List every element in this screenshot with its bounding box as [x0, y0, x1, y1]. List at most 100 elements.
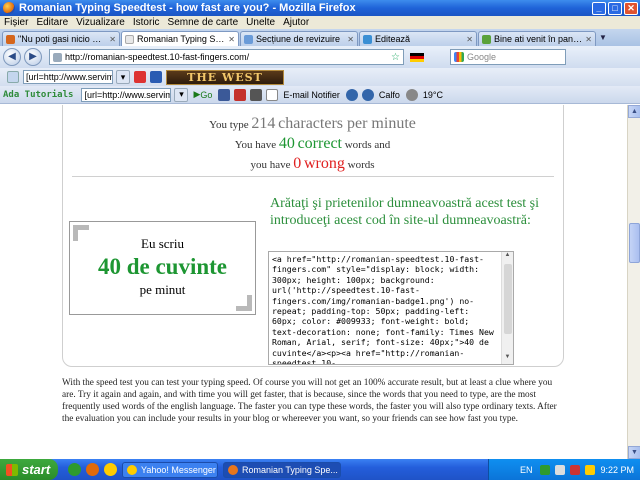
scroll-down-icon[interactable]: ▼ [502, 354, 513, 364]
scroll-down-arrow-icon[interactable]: ▼ [628, 446, 640, 459]
page-scroll-thumb[interactable] [629, 223, 640, 263]
navigator-icon[interactable] [7, 71, 19, 83]
site-identity-icon[interactable] [53, 52, 62, 62]
bbcode-input-2[interactable]: [url=http://www.servimg. [81, 87, 172, 102]
forward-button[interactable]: ▶ [24, 48, 42, 66]
extension-toolbar: [url=http://www.servimg. ▾ THE WEST [0, 68, 640, 86]
wrong-word: wrong [303, 155, 345, 172]
taskbar-firefox-window[interactable]: Romanian Typing Spe... [223, 461, 341, 478]
taskbar-button-label: Yahoo! Messenger [141, 464, 216, 475]
dropdown-button-2[interactable]: ▾ [174, 87, 189, 102]
close-tab-icon[interactable]: ✕ [228, 35, 235, 44]
dropdown-button[interactable]: ▾ [116, 70, 130, 84]
notes-icon[interactable] [250, 88, 263, 101]
google-icon [454, 52, 464, 62]
tab-typing-speedtest[interactable]: Romanian Typing Speedtest - ... ✕ [121, 31, 239, 46]
tab-label: Secțiune de revizuire [256, 34, 341, 44]
status-icon-2[interactable] [361, 88, 374, 101]
language-indicator[interactable]: EN [520, 465, 533, 475]
wrong-prefix: you have [250, 159, 291, 171]
scroll-up-icon[interactable]: ▲ [502, 252, 513, 262]
address-bar[interactable]: http://romanian-speedtest.10-fast-finger… [49, 49, 404, 65]
badge-corner-bottom-right [236, 295, 252, 311]
textarea-scrollbar[interactable]: ▲ ▼ [501, 252, 513, 364]
mail-icon[interactable] [266, 88, 279, 101]
tab-edit[interactable]: Editează ✕ [359, 31, 477, 46]
correct-word: correct [297, 135, 342, 152]
messenger-quicklaunch-icon[interactable] [104, 463, 117, 476]
bbcode-input-value: [url=http://www.servimg. [26, 72, 113, 82]
quicklaunch-icon-1[interactable] [68, 463, 81, 476]
go-button[interactable]: ▶ Go [191, 88, 214, 102]
menu-edit[interactable]: Editare [32, 17, 72, 28]
firefox-icon [3, 2, 15, 14]
tutorials-label[interactable]: Ada Tutorials [3, 90, 73, 100]
tray-icon-3[interactable] [570, 464, 581, 475]
tray-icon-2[interactable] [555, 464, 566, 475]
tab-list-dropdown-icon[interactable]: ▼ [597, 33, 609, 46]
site-icon [363, 34, 372, 44]
system-tray: EN 9:22 PM [488, 459, 640, 480]
embed-code-box[interactable]: ▲ ▼ [268, 251, 514, 365]
back-button[interactable]: ◀ [3, 48, 21, 66]
cpm-prefix: You type [209, 119, 249, 131]
start-button[interactable]: start [0, 459, 58, 480]
menu-bookmarks[interactable]: Semne de carte [164, 17, 243, 28]
site-icon [244, 34, 253, 44]
windows-logo-icon [6, 463, 18, 476]
menu-view[interactable]: Vizualizare [72, 17, 129, 28]
tab-label: Romanian Typing Speedtest - ... [137, 34, 226, 44]
email-notifier-button[interactable]: E-mail Notifier [281, 88, 342, 102]
title-bar: Romanian Typing Speedtest - how fast are… [0, 0, 640, 16]
menu-help[interactable]: Ajutor [279, 17, 313, 28]
close-tab-icon[interactable]: ✕ [466, 35, 473, 44]
page-scrollbar[interactable]: ▲ ▼ [627, 105, 640, 459]
tab-job-forum[interactable]: "Nu poti gasi nicio munca aici" ... ✕ [2, 31, 120, 46]
window-title: Romanian Typing Speedtest - how fast are… [19, 2, 356, 14]
close-button[interactable]: ✕ [624, 1, 638, 15]
addon-toolbar: Ada Tutorials [url=http://www.servimg. ▾… [0, 86, 640, 104]
menu-history[interactable]: Istoric [129, 17, 164, 28]
scroll-thumb[interactable] [504, 264, 512, 334]
menu-file[interactable]: Fișier [0, 17, 32, 28]
weather-icon[interactable] [405, 88, 418, 101]
wrong-line: you have 0 wrong words [0, 155, 625, 173]
minimize-button[interactable]: _ [592, 1, 606, 15]
status-label[interactable]: Calfo [377, 88, 402, 102]
red-tool-icon[interactable] [134, 71, 146, 83]
close-tab-icon[interactable]: ✕ [109, 35, 116, 44]
bookmark-star-icon[interactable]: ☆ [391, 52, 400, 63]
tab-review-section[interactable]: Secțiune de revizuire ✕ [240, 31, 358, 46]
page-content: You type 214 characters per minute You h… [0, 105, 627, 459]
bbcode-input[interactable]: [url=http://www.servimg. [23, 70, 113, 84]
embed-code-textarea[interactable] [269, 252, 501, 364]
tray-icon-4[interactable] [585, 464, 596, 475]
tray-icon-1[interactable] [540, 464, 551, 475]
yahoo-messenger-icon [127, 464, 137, 475]
close-tab-icon[interactable]: ✕ [585, 35, 592, 44]
firefox-quicklaunch-icon[interactable] [86, 463, 99, 476]
search-placeholder: Google [467, 52, 497, 62]
menu-tools[interactable]: Unelte [242, 17, 279, 28]
correct-count: 40 [278, 135, 295, 152]
scroll-up-arrow-icon[interactable]: ▲ [628, 105, 640, 118]
close-tab-icon[interactable]: ✕ [347, 35, 354, 44]
blue-tool-icon[interactable] [150, 71, 162, 83]
share-heading: Arătaţi şi prietenilor dumneavoastră ace… [270, 196, 540, 228]
german-flag-icon[interactable] [410, 52, 424, 62]
facebook-icon[interactable] [218, 88, 231, 101]
tab-label: Bine ati venit în panoul dvs... [494, 34, 584, 44]
taskbar-yahoo-messenger[interactable]: Yahoo! Messenger [122, 461, 218, 478]
tab-welcome-panel[interactable]: Bine ati venit în panoul dvs... ✕ [478, 31, 596, 46]
search-box[interactable]: Google [450, 49, 566, 65]
youtube-icon[interactable] [234, 88, 247, 101]
maximize-button[interactable]: □ [608, 1, 622, 15]
weather-label[interactable]: 19°C [421, 88, 445, 102]
firefox-icon [228, 464, 238, 475]
taskbar-button-label: Romanian Typing Spe... [242, 464, 338, 475]
status-icon[interactable] [345, 88, 358, 101]
badge-line-1: Eu scriu [141, 236, 184, 251]
description-text: With the speed test you can test your ty… [62, 378, 557, 424]
the-west-logo[interactable]: THE WEST [166, 69, 284, 85]
url-text: http://romanian-speedtest.10-fast-finger… [65, 52, 250, 62]
